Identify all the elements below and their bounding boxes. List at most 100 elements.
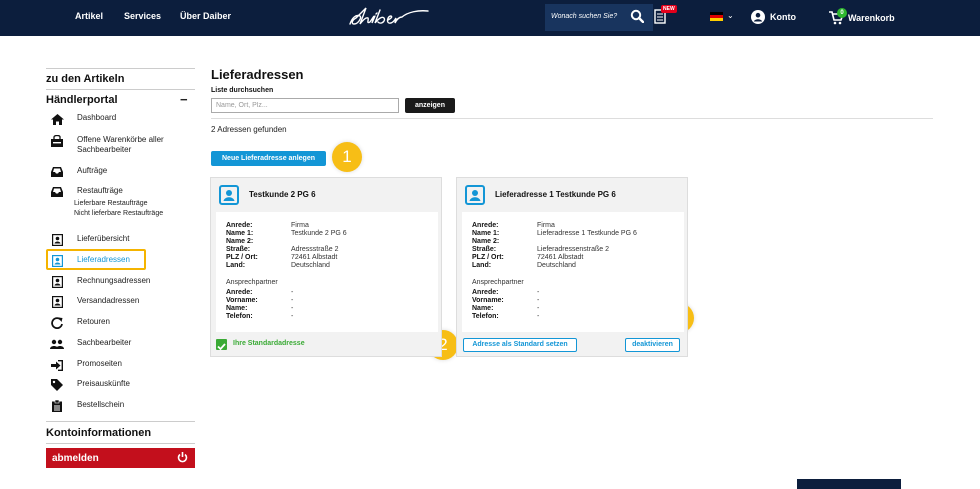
address-card-icon	[219, 185, 239, 210]
contact-row: Telefon: -	[472, 313, 540, 320]
address-search-input[interactable]	[211, 98, 399, 113]
clipboard-icon	[50, 400, 64, 412]
bottom-overlay-tab[interactable]	[797, 479, 901, 489]
address-row: Name 2:	[226, 238, 254, 245]
contact-person-heading: Ansprechpartner	[226, 279, 278, 286]
address-row: PLZ / Ort: 72461 Albstadt	[472, 254, 584, 261]
sidebar-item-lieferadressen[interactable]: Lieferadressen	[46, 255, 130, 267]
nav-ueber-daiber[interactable]: Über Daiber	[180, 11, 231, 21]
page-title: Lieferadressen	[211, 67, 304, 82]
power-icon	[177, 452, 188, 466]
sidebar-item-label: Versandadressen	[77, 296, 140, 305]
sidebar-item-label: Sachbearbeiter	[77, 338, 132, 347]
sidebar-item-preisauskuenfte[interactable]: Preisauskünfte	[46, 379, 130, 391]
sidebar-item-lieferuebersicht[interactable]: Lieferübersicht	[46, 234, 129, 246]
collapse-icon[interactable]: −	[180, 92, 188, 107]
users-icon	[50, 338, 64, 350]
refresh-icon	[50, 317, 64, 329]
set-as-default-button[interactable]: Adresse als Standard setzen	[463, 338, 577, 352]
address-row: Name 1: Testkunde 2 PG 6	[226, 230, 347, 237]
cart-count-badge: 0	[837, 8, 847, 18]
cart-link[interactable]: Warenkorb	[848, 13, 895, 23]
kontoinformationen-heading[interactable]: Kontoinformationen	[46, 427, 151, 439]
inbox-icon	[50, 186, 64, 198]
inbox-icon	[50, 166, 64, 178]
back-to-articles-link[interactable]: zu den Artikeln	[46, 73, 124, 85]
logout-button[interactable]: abmelden	[46, 448, 195, 468]
sidebar-item-retouren[interactable]: Retouren	[46, 317, 110, 329]
sidebar-subitem-lieferbar[interactable]: Lieferbare Restaufträge	[74, 199, 148, 208]
account-link[interactable]: Konto	[770, 12, 796, 22]
card-body: Anrede: Firma Name 1: Lieferadresse 1 Test…	[462, 212, 684, 332]
contact-row: Name: -	[472, 305, 540, 312]
header-search-field[interactable]: Wonach suchen Sie?	[545, 4, 653, 31]
user-icon[interactable]	[751, 10, 765, 29]
daiber-logo[interactable]	[346, 4, 430, 32]
new-badge: NEW	[661, 5, 677, 13]
contact-card-icon	[50, 276, 64, 288]
sign-in-icon	[50, 359, 64, 371]
sidebar-item-open-carts[interactable]: Offene Warenkörbe aller Sachbearbeiter	[46, 135, 187, 155]
sidebar-item-label: Restaufträge	[77, 186, 123, 195]
default-address-label: Ihre Standardadresse	[233, 340, 305, 347]
chevron-down-icon[interactable]: ⌄	[727, 11, 734, 20]
sidebar-item-label: Bestellschein	[77, 400, 125, 409]
sidebar-item-label: Aufträge	[77, 166, 108, 175]
new-delivery-address-button[interactable]: Neue Lieferadresse anlegen	[211, 151, 326, 166]
address-row: Name 2:	[472, 238, 500, 245]
address-row: Anrede: Firma	[472, 222, 555, 229]
sidebar-item-label: Lieferadressen	[77, 255, 130, 264]
address-card: Lieferadresse 1 Testkunde PG 6 Anrede: Fi…	[456, 177, 688, 357]
contact-row: Anrede: -	[226, 289, 294, 296]
sidebar-item-promoseiten[interactable]: Promoseiten	[46, 359, 122, 371]
search-list-label: Liste durchsuchen	[211, 87, 274, 94]
results-count: 2 Adressen gefunden	[211, 125, 287, 134]
contact-card-icon	[50, 255, 64, 267]
tag-icon	[50, 379, 64, 391]
contact-row: Name: -	[226, 305, 294, 312]
deactivate-button[interactable]: deaktivieren	[625, 338, 680, 352]
address-row: Land: Deutschland	[226, 262, 330, 269]
contact-card-icon	[50, 296, 64, 308]
sidebar-item-label: Preisauskünfte	[77, 379, 130, 388]
sidebar-item-versandadressen[interactable]: Versandadressen	[46, 296, 139, 308]
header-search-placeholder: Wonach suchen Sie?	[551, 13, 618, 20]
nav-services[interactable]: Services	[124, 11, 161, 21]
top-navigation-bar: Artikel Services Über Daiber Wonach such…	[0, 0, 980, 36]
address-row: Straße: Lieferadressenstraße 2	[472, 246, 609, 253]
callout-marker-1: 1	[332, 142, 362, 172]
sidebar-subitem-nicht-lieferbar[interactable]: Nicht lieferbare Restaufträge	[74, 209, 163, 218]
contact-row: Anrede: -	[472, 289, 540, 296]
address-row: Land: Deutschland	[472, 262, 576, 269]
address-row: PLZ / Ort: 72461 Albstadt	[226, 254, 338, 261]
sidebar-item-bestellschein[interactable]: Bestellschein	[46, 400, 124, 412]
checkmark-icon	[216, 339, 227, 351]
address-card: Testkunde 2 PG 6 Anrede: Firma Name 1: Tes…	[210, 177, 442, 357]
sidebar-item-auftraege[interactable]: Aufträge	[46, 166, 107, 178]
contact-row: Vorname: -	[472, 297, 540, 304]
show-button[interactable]: anzeigen	[405, 98, 455, 113]
divider	[211, 118, 933, 119]
search-icon[interactable]	[630, 9, 645, 28]
sidebar-item-rechnungsadressen[interactable]: Rechnungsadressen	[46, 276, 150, 288]
sidebar-item-label: Dashboard	[77, 113, 117, 122]
address-row: Name 1: Lieferadresse 1 Testkunde PG 6	[472, 230, 637, 237]
contact-person-heading: Ansprechpartner	[472, 279, 524, 286]
nav-artikel[interactable]: Artikel	[75, 11, 103, 21]
sidebar-item-restauftraege[interactable]: Restaufträge	[46, 186, 123, 198]
card-title: Lieferadresse 1 Testkunde PG 6	[495, 190, 616, 199]
sidebar-item-label: Promoseiten	[77, 359, 122, 368]
logout-label: abmelden	[52, 453, 99, 464]
sidebar-item-dashboard[interactable]: Dashboard	[46, 113, 116, 125]
german-flag-icon[interactable]	[710, 12, 723, 21]
address-card-icon	[465, 185, 485, 210]
sidebar-item-label: Retouren	[77, 317, 110, 326]
contact-row: Vorname: -	[226, 297, 294, 304]
address-row: Anrede: Firma	[226, 222, 309, 229]
sidebar-item-sachbearbeiter[interactable]: Sachbearbeiter	[46, 338, 131, 350]
sidebar-item-label: Lieferübersicht	[77, 234, 130, 243]
home-icon	[50, 113, 64, 125]
card-title: Testkunde 2 PG 6	[249, 190, 316, 199]
haendlerportal-heading[interactable]: Händlerportal	[46, 94, 118, 106]
contact-card-icon	[50, 234, 64, 246]
